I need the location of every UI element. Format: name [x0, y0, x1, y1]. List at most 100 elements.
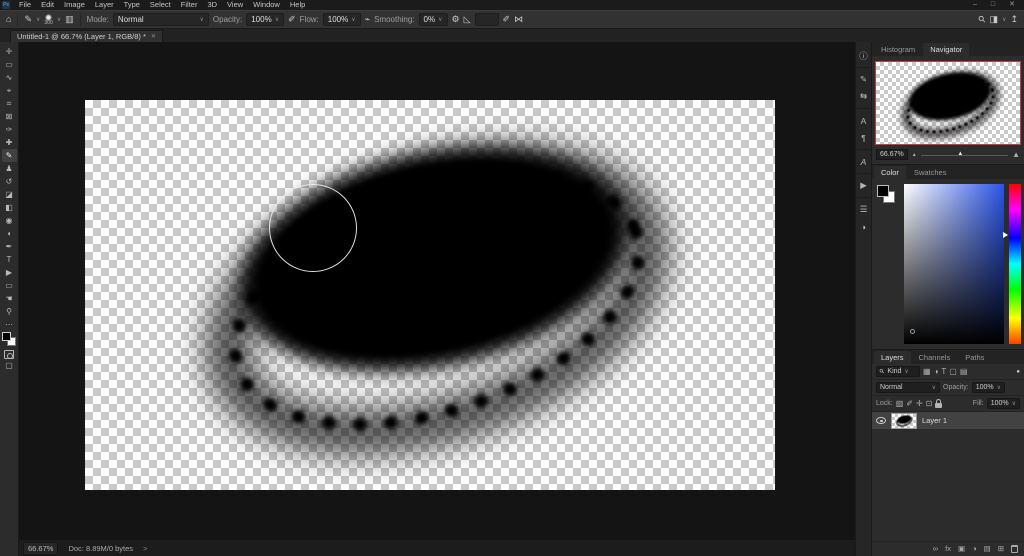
tool-rectangle[interactable]: ▭: [2, 279, 17, 292]
workspace-arrow[interactable]: ∨: [1002, 16, 1006, 23]
symmetry-icon[interactable]: ⋈: [514, 11, 523, 28]
tool-pen[interactable]: ✒: [2, 240, 17, 253]
screen-mode-icon[interactable]: ▢: [5, 361, 13, 370]
zoom-in-icon[interactable]: ▲: [1012, 150, 1020, 159]
delete-layer-icon[interactable]: [1011, 545, 1018, 553]
tool-object-selection[interactable]: ⌖: [2, 84, 17, 97]
search-icon[interactable]: ⚲: [974, 11, 991, 28]
tool-preset-icon[interactable]: ✎: [24, 11, 32, 28]
zoom-slider-thumb[interactable]: ▲: [957, 151, 963, 157]
glyphs-panel-icon[interactable]: A: [857, 156, 870, 167]
flow-dropdown[interactable]: 100% ∨: [323, 13, 361, 26]
layer-effects-icon[interactable]: fx: [945, 544, 951, 553]
status-zoom-field[interactable]: 66.67%: [23, 542, 58, 555]
tool-history-brush[interactable]: ↺: [2, 175, 17, 188]
lock-position-icon[interactable]: ✛: [916, 399, 923, 408]
properties-panel-icon[interactable]: ◑: [857, 221, 870, 232]
tab-swatches[interactable]: Swatches: [907, 166, 954, 179]
tool-type[interactable]: T: [2, 253, 17, 266]
navigator-zoom-slider[interactable]: ▲: [921, 150, 1008, 160]
color-panel-swatches[interactable]: [877, 185, 897, 205]
hue-slider-marker[interactable]: [1003, 232, 1008, 238]
color-foreground-swatch[interactable]: [877, 185, 889, 197]
share-icon[interactable]: ↥: [1010, 11, 1018, 28]
menu-filter[interactable]: Filter: [176, 0, 203, 10]
menu-select[interactable]: Select: [145, 0, 176, 10]
tab-navigator[interactable]: Navigator: [923, 43, 969, 56]
tool-rectangular-marquee[interactable]: ▭: [2, 58, 17, 71]
tool-eyedropper[interactable]: ✑: [2, 123, 17, 136]
smoothing-gear-icon[interactable]: ⚙: [452, 11, 460, 28]
character-panel-icon[interactable]: A: [857, 115, 870, 126]
tool-blur[interactable]: ◉: [2, 214, 17, 227]
blend-mode-dropdown[interactable]: Normal ∨: [876, 382, 940, 393]
menu-type[interactable]: Type: [119, 0, 145, 10]
menu-view[interactable]: View: [222, 0, 248, 10]
tool-zoom[interactable]: ⚲: [2, 305, 17, 318]
zoom-out-icon[interactable]: ▲: [912, 152, 917, 158]
layer-row-layer-1[interactable]: Layer 1: [872, 412, 1024, 429]
tool-eraser[interactable]: ◪: [2, 188, 17, 201]
menu-help[interactable]: Help: [285, 0, 310, 10]
canvas-pasteboard[interactable]: 66.67% Doc: 8.89M/0 bytes >: [19, 42, 855, 556]
new-layer-icon[interactable]: ⊞: [998, 544, 1004, 553]
tab-layers[interactable]: Layers: [874, 351, 911, 364]
actions-panel-icon[interactable]: ▶: [857, 180, 870, 191]
tab-paths[interactable]: Paths: [958, 351, 991, 364]
menu-edit[interactable]: Edit: [36, 0, 59, 10]
layer-name[interactable]: Layer 1: [922, 416, 947, 425]
document-tab[interactable]: Untitled-1 @ 66.7% (Layer 1, RGB/8) * ✕: [10, 30, 163, 42]
lock-all-icon[interactable]: [935, 403, 942, 408]
lock-paint-icon[interactable]: ✐: [906, 399, 913, 408]
tool-crop[interactable]: ⌗: [2, 97, 17, 110]
filter-shape-layers-icon[interactable]: ▢: [949, 367, 957, 376]
tool-dodge[interactable]: ◖: [2, 227, 17, 240]
layer-mask-icon[interactable]: ▣: [958, 544, 965, 553]
layer-filter-dropdown[interactable]: ⚲ Kind ∨: [876, 366, 920, 377]
smoothing-dropdown[interactable]: 0% ∨: [419, 13, 448, 26]
layers-opacity-dropdown[interactable]: 100% ∨: [972, 382, 1005, 393]
filter-type-layers-icon[interactable]: T: [941, 367, 946, 376]
edit-toolbar-icon[interactable]: ⋯: [5, 320, 13, 329]
hue-slider[interactable]: [1009, 184, 1021, 344]
tool-frame[interactable]: ⊠: [2, 110, 17, 123]
lock-artboard-icon[interactable]: ⊡: [926, 399, 933, 408]
brush-angle-field[interactable]: [475, 13, 499, 26]
menu-layer[interactable]: Layer: [90, 0, 119, 10]
airbrush-icon[interactable]: ⌁: [365, 11, 370, 28]
opacity-dropdown[interactable]: 100% ∨: [246, 13, 284, 26]
navigator-zoom-field[interactable]: 66.67%: [876, 149, 908, 160]
tool-brush[interactable]: ✎: [2, 149, 17, 162]
foreground-color-swatch[interactable]: [2, 332, 11, 341]
brush-settings-toggle-icon[interactable]: ▥: [65, 11, 74, 28]
pressure-opacity-icon[interactable]: ✐: [288, 11, 296, 28]
workspace-icon[interactable]: ◨: [990, 11, 999, 28]
tool-gradient[interactable]: ◧: [2, 201, 17, 214]
paragraph-panel-icon[interactable]: ¶: [857, 132, 870, 143]
new-adjustment-layer-icon[interactable]: ◑: [972, 544, 977, 553]
clone-source-icon[interactable]: ⇆: [857, 91, 870, 102]
brush-settings-icon[interactable]: ✎: [857, 74, 870, 85]
layer-thumbnail[interactable]: [891, 413, 917, 429]
tool-move[interactable]: ✛: [2, 45, 17, 58]
new-group-icon[interactable]: ▤: [984, 544, 991, 553]
adjustments-panel-icon[interactable]: ☰: [857, 204, 870, 215]
tab-histogram[interactable]: Histogram: [874, 43, 922, 56]
menu-image[interactable]: Image: [59, 0, 90, 10]
foreground-background-swatches[interactable]: [2, 332, 16, 346]
menu-window[interactable]: Window: [248, 0, 285, 10]
tool-clone-stamp[interactable]: ♟: [2, 162, 17, 175]
info-icon[interactable]: ⓘ: [857, 50, 870, 61]
tool-hand[interactable]: ☚: [2, 292, 17, 305]
home-icon[interactable]: ⌂: [6, 11, 11, 28]
color-saturation-field[interactable]: [904, 184, 1004, 344]
maximize-button[interactable]: □: [984, 0, 1002, 10]
minimize-button[interactable]: –: [966, 0, 984, 10]
tool-spot-healing[interactable]: ✚: [2, 136, 17, 149]
menu-3d[interactable]: 3D: [202, 0, 222, 10]
tab-channels[interactable]: Channels: [912, 351, 958, 364]
app-icon[interactable]: Ps: [2, 1, 10, 9]
fill-dropdown[interactable]: 100% ∨: [987, 398, 1020, 409]
document-tab-close-icon[interactable]: ✕: [151, 33, 156, 40]
status-chevron-icon[interactable]: >: [143, 544, 147, 553]
